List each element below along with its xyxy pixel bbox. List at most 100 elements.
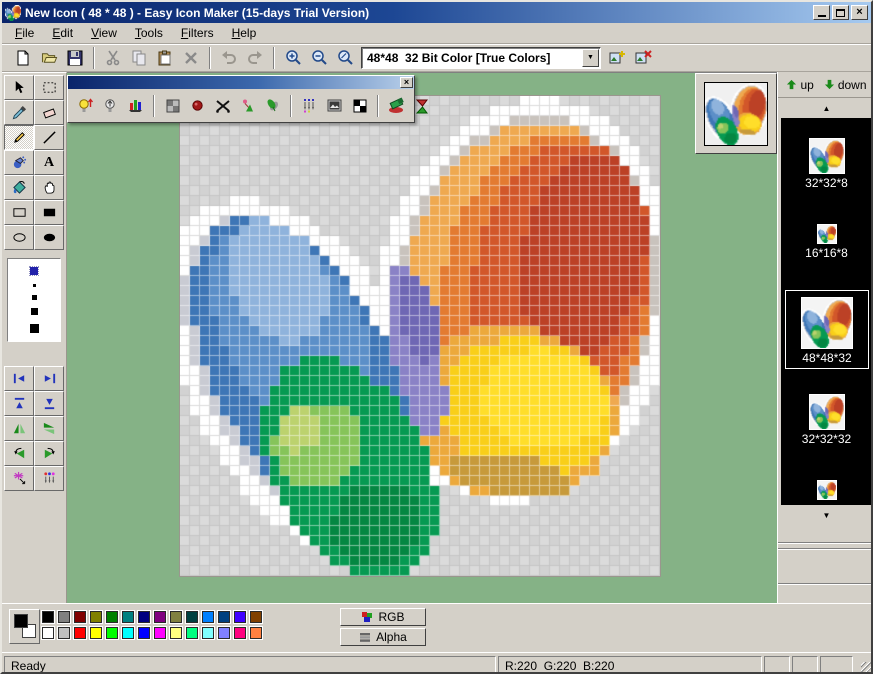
save-button[interactable] bbox=[62, 46, 88, 70]
palette-swatch[interactable] bbox=[170, 627, 182, 639]
palette-swatch[interactable] bbox=[122, 627, 134, 639]
current-colors[interactable] bbox=[9, 609, 40, 644]
palette-swatch[interactable] bbox=[74, 627, 86, 639]
menu-help[interactable]: Help bbox=[223, 24, 266, 42]
contrast-button[interactable] bbox=[123, 94, 148, 118]
palette-swatch[interactable] bbox=[170, 611, 182, 623]
palette-swatch[interactable] bbox=[202, 627, 214, 639]
shift-right-button[interactable] bbox=[34, 366, 64, 391]
filter-toolbar-titlebar[interactable]: × bbox=[68, 76, 414, 89]
palette-swatch[interactable] bbox=[74, 611, 86, 623]
resize-grip[interactable] bbox=[861, 662, 873, 674]
opacity-eraser-button[interactable] bbox=[384, 94, 409, 118]
tool-filled-rectangle[interactable] bbox=[34, 200, 64, 225]
palette-swatch[interactable] bbox=[234, 611, 246, 623]
minimize-button[interactable] bbox=[813, 5, 830, 20]
palette-swatch[interactable] bbox=[106, 611, 118, 623]
list-item-16x16x8[interactable]: 16*16*8 bbox=[781, 224, 872, 260]
brightness-down-button[interactable] bbox=[98, 94, 123, 118]
rgb-channel-button[interactable]: RGB bbox=[340, 608, 426, 626]
list-item-32x32x8[interactable]: 32*32*8 bbox=[781, 138, 872, 190]
brush-size-4[interactable] bbox=[31, 308, 38, 315]
tool-fill[interactable] bbox=[4, 175, 34, 200]
menu-file[interactable]: File bbox=[6, 24, 43, 42]
brightness-up-button[interactable] bbox=[73, 94, 98, 118]
palette-swatch[interactable] bbox=[234, 627, 246, 639]
redo-button[interactable] bbox=[242, 46, 268, 70]
move-down-button[interactable]: down bbox=[824, 78, 867, 92]
open-button[interactable] bbox=[36, 46, 62, 70]
filter-toolbar-close-button[interactable]: × bbox=[400, 77, 413, 88]
tool-marquee[interactable] bbox=[34, 75, 64, 100]
emboss-button[interactable] bbox=[235, 94, 260, 118]
palette-swatch[interactable] bbox=[138, 627, 150, 639]
shift-down-button[interactable] bbox=[34, 391, 64, 416]
tool-color-picker[interactable] bbox=[4, 100, 34, 125]
palette-swatch[interactable] bbox=[42, 611, 54, 623]
palette-swatch[interactable] bbox=[138, 611, 150, 623]
new-icon-image-button[interactable] bbox=[604, 46, 630, 70]
scroll-down-button[interactable]: ▼ bbox=[778, 505, 873, 525]
menu-tools[interactable]: Tools bbox=[126, 24, 172, 42]
list-item-32x32x32[interactable]: 32*32*32 bbox=[781, 394, 872, 446]
tool-filled-ellipse[interactable] bbox=[34, 225, 64, 250]
palette-swatch[interactable] bbox=[154, 611, 166, 623]
rotate-right-button[interactable] bbox=[34, 441, 64, 466]
palette-swatch[interactable] bbox=[42, 627, 54, 639]
brush-size-2[interactable] bbox=[33, 284, 36, 287]
alpha-channel-button[interactable]: Alpha bbox=[340, 628, 426, 646]
tool-line[interactable] bbox=[34, 125, 64, 150]
zoom-out-button[interactable] bbox=[306, 46, 332, 70]
palette-swatch[interactable] bbox=[186, 627, 198, 639]
format-select[interactable]: 48*48 32 Bit Color [True Colors] ▼ bbox=[361, 47, 601, 69]
paste-button[interactable] bbox=[152, 46, 178, 70]
palette-swatch[interactable] bbox=[218, 611, 230, 623]
cut-button[interactable] bbox=[100, 46, 126, 70]
foreground-color-swatch[interactable] bbox=[14, 614, 28, 628]
palette-swatch[interactable] bbox=[90, 611, 102, 623]
menu-edit[interactable]: Edit bbox=[43, 24, 82, 42]
palette-swatch[interactable] bbox=[250, 611, 262, 623]
palette-swatch[interactable] bbox=[154, 627, 166, 639]
palette-swatch[interactable] bbox=[58, 611, 70, 623]
list-item-partial[interactable] bbox=[781, 480, 872, 502]
tool-eraser[interactable] bbox=[34, 100, 64, 125]
leaf-filter-button[interactable] bbox=[260, 94, 285, 118]
palette-swatch[interactable] bbox=[122, 611, 134, 623]
pixel-grid-canvas[interactable] bbox=[180, 96, 660, 576]
hue-button[interactable] bbox=[185, 94, 210, 118]
palette-swatch[interactable] bbox=[202, 611, 214, 623]
palette-swatch[interactable] bbox=[186, 611, 198, 623]
tool-text[interactable]: A bbox=[34, 150, 64, 175]
flip-horizontal-button[interactable] bbox=[4, 416, 34, 441]
shift-up-button[interactable] bbox=[4, 391, 34, 416]
shift-left-button[interactable] bbox=[4, 366, 34, 391]
rotate-left-button[interactable] bbox=[4, 441, 34, 466]
hourglass-filter-button[interactable] bbox=[409, 94, 434, 118]
delete-icon-image-button[interactable] bbox=[630, 46, 656, 70]
tool-hand[interactable] bbox=[34, 175, 64, 200]
zoom-in-button[interactable] bbox=[280, 46, 306, 70]
maximize-button[interactable] bbox=[832, 5, 849, 20]
tool-airbrush[interactable] bbox=[4, 150, 34, 175]
copy-button[interactable] bbox=[126, 46, 152, 70]
negative-button[interactable] bbox=[210, 94, 235, 118]
move-up-button[interactable]: up bbox=[786, 78, 813, 92]
count-colors-button[interactable] bbox=[34, 466, 64, 491]
palette-swatch[interactable] bbox=[106, 627, 118, 639]
magic-effect-button[interactable] bbox=[4, 466, 34, 491]
brush-size-3[interactable] bbox=[32, 295, 37, 300]
tool-rectangle[interactable] bbox=[4, 200, 34, 225]
grayscale-button[interactable] bbox=[160, 94, 185, 118]
tool-select[interactable] bbox=[4, 75, 34, 100]
brush-size-5[interactable] bbox=[30, 324, 39, 333]
delete-button[interactable] bbox=[178, 46, 204, 70]
image-filter-button[interactable] bbox=[322, 94, 347, 118]
undo-button[interactable] bbox=[216, 46, 242, 70]
menu-filters[interactable]: Filters bbox=[172, 24, 223, 42]
palette-swatch[interactable] bbox=[90, 627, 102, 639]
menu-view[interactable]: View bbox=[82, 24, 126, 42]
chevron-down-icon[interactable]: ▼ bbox=[582, 49, 599, 67]
tool-ellipse[interactable] bbox=[4, 225, 34, 250]
brush-size-1[interactable] bbox=[30, 267, 38, 275]
